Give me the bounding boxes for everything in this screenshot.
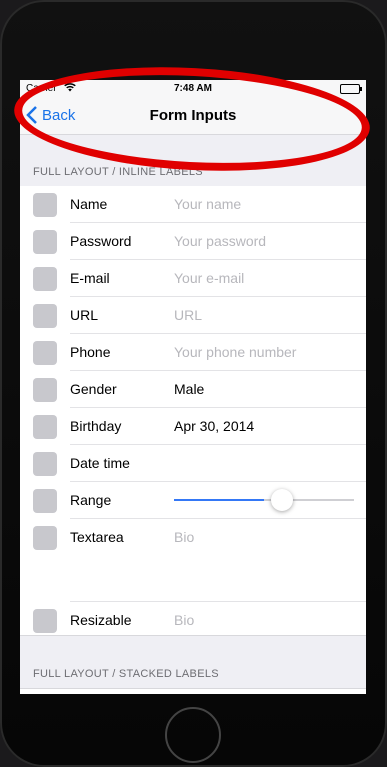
list-item-range[interactable]: Range [20, 482, 366, 519]
icon-placeholder [33, 415, 57, 439]
icon-placeholder [33, 452, 57, 476]
list-item-textarea[interactable]: Textarea Bio [20, 519, 366, 602]
list-item-phone[interactable]: Phone Your phone number [20, 334, 366, 371]
field-label: Name [70, 196, 108, 212]
field-label: Password [70, 233, 132, 249]
email-input[interactable]: Your e-mail [174, 270, 244, 286]
range-slider[interactable] [174, 489, 354, 511]
birthday-input[interactable]: Apr 30, 2014 [174, 418, 254, 434]
url-input[interactable]: URL [174, 307, 202, 323]
gender-select[interactable]: Male [174, 381, 204, 397]
field-label: Gender [70, 381, 117, 397]
field-label: Resizable [70, 612, 132, 628]
icon-placeholder [33, 489, 57, 513]
icon-placeholder [33, 193, 57, 217]
icon-placeholder [33, 304, 57, 328]
list-item-gender[interactable]: Gender Male [20, 371, 366, 408]
app-screen: Carrier 7:48 AM Back Form Inputs FULL LA… [20, 80, 366, 694]
section-header-label: FULL LAYOUT / STACKED LABELS [33, 668, 219, 680]
battery-icon [340, 84, 362, 94]
list-item-birthday[interactable]: Birthday Apr 30, 2014 [20, 408, 366, 445]
list-item-date-time[interactable]: Date time [20, 445, 366, 482]
name-input[interactable]: Your name [174, 196, 241, 212]
icon-placeholder [33, 230, 57, 254]
field-label: Textarea [70, 529, 124, 545]
icon-placeholder [33, 341, 57, 365]
icon-placeholder [33, 378, 57, 402]
icon-placeholder [33, 267, 57, 291]
field-label: E-mail [70, 270, 110, 286]
stacked-labels-list [20, 689, 366, 694]
icon-placeholder [33, 526, 57, 550]
icon-placeholder [33, 609, 57, 633]
phone-input[interactable]: Your phone number [174, 344, 296, 360]
slider-thumb[interactable] [271, 489, 293, 511]
bio-textarea[interactable]: Bio [174, 529, 194, 545]
field-label: Date time [70, 455, 130, 471]
section-header-stacked: FULL LAYOUT / STACKED LABELS [20, 636, 366, 688]
resizable-textarea[interactable]: Bio [174, 612, 194, 628]
inline-labels-list: Name Your name Password Your password E-… [20, 186, 366, 639]
list-item-password[interactable]: Password Your password [20, 223, 366, 260]
field-label: Range [70, 492, 112, 508]
password-input[interactable]: Your password [174, 233, 266, 249]
home-button[interactable] [165, 707, 221, 763]
list-item-url[interactable]: URL URL [20, 297, 366, 334]
field-label: Phone [70, 344, 111, 360]
list-item-email[interactable]: E-mail Your e-mail [20, 260, 366, 297]
list-item-name[interactable]: Name Your name [20, 186, 366, 223]
field-label: URL [70, 307, 99, 323]
field-label: Birthday [70, 418, 122, 434]
slider-fill [174, 499, 264, 501]
list-item-resizable[interactable]: Resizable Bio [20, 602, 366, 639]
